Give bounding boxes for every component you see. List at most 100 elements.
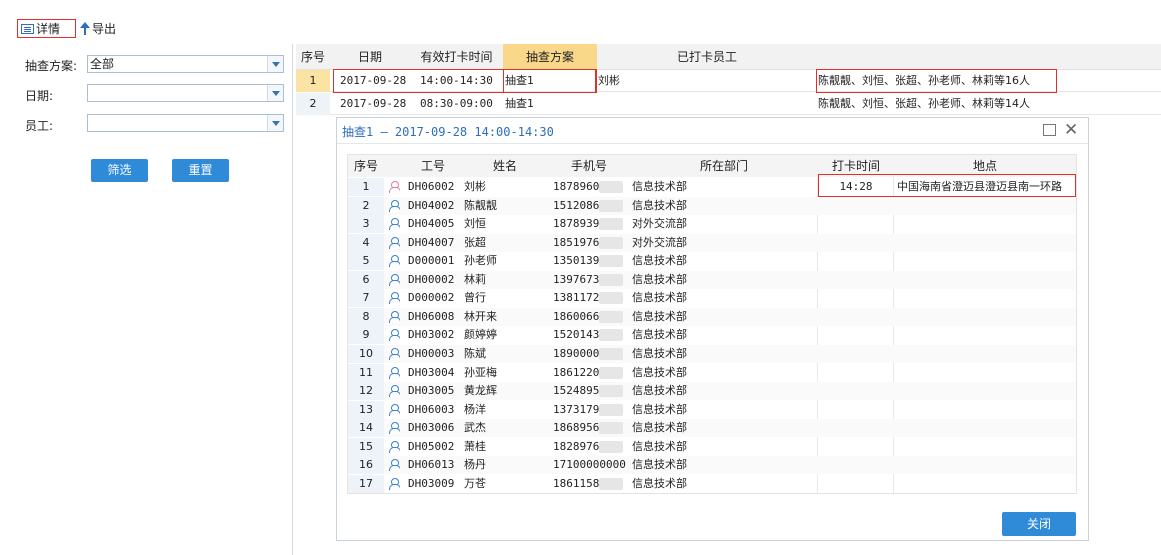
masked-phone xyxy=(599,477,623,490)
row-time xyxy=(826,215,886,233)
table-row[interactable]: 3 DH04005 刘恒 1878939 对外交流部 xyxy=(348,215,1076,234)
col-header-date: 日期 xyxy=(357,50,382,64)
row-id: D000001 xyxy=(408,254,455,268)
user-avatar-icon xyxy=(388,385,400,398)
maximize-icon[interactable] xyxy=(1043,124,1056,136)
row-time: 14:00-14:30 xyxy=(420,74,493,87)
reset-button[interactable]: 重置 xyxy=(172,159,229,182)
row-time xyxy=(826,345,886,363)
row-time: 14:28 xyxy=(839,180,873,193)
table-row[interactable]: 6 DH00002 林莉 1397673 信息技术部 xyxy=(348,270,1076,289)
masked-phone xyxy=(599,255,623,268)
filter-panel: 抽查方案: 全部 日期: 员工: 筛选 重置 xyxy=(17,44,293,555)
user-avatar-icon xyxy=(388,199,400,212)
row-time xyxy=(826,308,886,326)
table-row[interactable]: 15 DH05002 萧桂 1828976 信息技术部 xyxy=(348,437,1076,456)
user-avatar-icon xyxy=(388,255,400,268)
chevron-down-icon[interactable] xyxy=(267,56,283,72)
row-name: 黄龙辉 xyxy=(464,384,497,398)
row-id: DH06008 xyxy=(408,309,455,323)
row-phone: 1381172 xyxy=(553,291,600,305)
row-id: DH00003 xyxy=(408,346,455,360)
table-row[interactable]: 9 DH03002 颜婷婷 15201431 信息技术部 xyxy=(348,326,1076,345)
table-row[interactable]: 4 DH04007 张超 18519765 对外交流部 xyxy=(348,233,1076,252)
row-no: 1 xyxy=(296,70,330,92)
masked-phone xyxy=(599,347,623,360)
detail-button[interactable]: 详情 xyxy=(17,19,76,38)
staff-label: 员工: xyxy=(25,119,54,133)
grid-header: 序号 日期 有效打卡时间 抽查方案 已打卡员工 xyxy=(296,44,1161,70)
row-no: 2 xyxy=(348,196,384,215)
row-no: 3 xyxy=(348,215,384,234)
masked-phone xyxy=(599,385,623,398)
masked-phone xyxy=(599,403,623,416)
row-no: 10 xyxy=(348,344,384,363)
col-header-plan[interactable]: 抽查方案 xyxy=(503,44,597,70)
user-avatar-icon xyxy=(388,236,400,249)
row-dept: 信息技术部 xyxy=(632,439,687,453)
row-id: D000002 xyxy=(408,291,455,305)
table-row[interactable]: 10 DH00003 陈斌 18900001 信息技术部 xyxy=(348,344,1076,363)
date-select[interactable] xyxy=(87,84,284,102)
row-dept: 对外交流部 xyxy=(632,235,687,249)
row-dept: 信息技术部 xyxy=(632,458,687,472)
row-name: 杨丹 xyxy=(464,458,486,472)
plan-select[interactable]: 全部 xyxy=(87,55,284,73)
row-dept: 对外交流部 xyxy=(632,217,687,231)
row-summary: 陈靓靓、刘恒、张超、孙老师、林莉等14人 xyxy=(818,97,1030,110)
user-avatar-icon xyxy=(388,181,400,193)
user-avatar-icon xyxy=(388,292,400,305)
close-icon[interactable]: ✕ xyxy=(1064,121,1078,139)
row-name: 武杰 xyxy=(464,421,486,435)
row-name: 刘彬 xyxy=(464,180,486,193)
row-no: 12 xyxy=(348,382,384,401)
masked-phone xyxy=(599,181,623,193)
row-id: DH06003 xyxy=(408,402,455,416)
row-id: DH03009 xyxy=(408,476,455,490)
masked-phone xyxy=(599,218,623,231)
table-row[interactable]: 5 D000001 孙老师 1350139 信息技术部 xyxy=(348,252,1076,271)
table-row[interactable]: 2 DH04002 陈靓靓 1512086 信息技术部 xyxy=(348,196,1076,215)
row-staff: 刘彬 xyxy=(598,74,620,87)
row-time xyxy=(826,252,886,270)
row-name: 孙亚梅 xyxy=(464,365,497,379)
close-button[interactable]: 关闭 xyxy=(1002,512,1076,536)
masked-phone xyxy=(599,292,623,305)
table-row[interactable]: 12 DH03005 黄龙辉 15248955 信息技术部 xyxy=(348,382,1076,401)
staff-select[interactable] xyxy=(87,114,284,132)
row-phone: 1860066 xyxy=(553,309,600,323)
export-button[interactable]: 导出 xyxy=(80,19,122,38)
table-row[interactable]: 14 DH03006 武杰 1868956 信息技术部 xyxy=(348,419,1076,438)
masked-phone xyxy=(599,366,623,379)
detail-icon xyxy=(21,23,34,34)
table-row[interactable]: 7 D000002 曾行 1381172 信息技术部 xyxy=(348,289,1076,308)
table-row[interactable]: 13 DH06003 杨洋 1373179 信息技术部 xyxy=(348,400,1076,419)
table-row[interactable]: 1 DH06002 刘彬 18789603 信息技术部 14:28 中国海南省澄迈县澄迈县南… xyxy=(348,178,1076,196)
row-plan: 抽查1 xyxy=(505,97,534,110)
export-label: 导出 xyxy=(92,22,117,36)
chevron-down-icon[interactable] xyxy=(267,115,283,131)
chevron-down-icon[interactable] xyxy=(267,85,283,101)
user-avatar-icon xyxy=(388,329,400,342)
user-avatar-icon xyxy=(388,273,400,286)
user-avatar-icon xyxy=(388,310,400,323)
row-time xyxy=(826,401,886,419)
masked-phone xyxy=(599,273,623,286)
user-avatar-icon xyxy=(388,366,400,379)
row-time xyxy=(826,364,886,382)
table-row[interactable]: 1 2017-09-28 14:00-14:30 抽查1 刘彬 陈靓靓、刘恒、张… xyxy=(296,70,1161,92)
table-row[interactable]: 17 DH03009 万苍 1861158 信息技术部 xyxy=(348,474,1076,493)
table-row[interactable]: 2 2017-09-28 08:30-09:00 抽查1 陈靓靓、刘恒、张超、孙… xyxy=(296,93,1161,115)
row-date: 2017-09-28 xyxy=(340,74,407,87)
row-plan: 抽查1 xyxy=(505,74,534,87)
row-name: 陈斌 xyxy=(464,346,486,360)
table-row[interactable]: 16 DH06013 杨丹 17100000000 信息技术部 xyxy=(348,456,1076,475)
row-no: 6 xyxy=(348,270,384,289)
table-row[interactable]: 11 DH03004 孙亚梅 18612207 信息技术部 xyxy=(348,363,1076,382)
row-time xyxy=(826,271,886,289)
row-phone: 1397673 xyxy=(553,272,600,286)
filter-button[interactable]: 筛选 xyxy=(91,159,148,182)
row-dept: 信息技术部 xyxy=(632,180,687,193)
table-row[interactable]: 8 DH06008 林开来 1860066 信息技术部 xyxy=(348,307,1076,326)
row-name: 杨洋 xyxy=(464,402,486,416)
